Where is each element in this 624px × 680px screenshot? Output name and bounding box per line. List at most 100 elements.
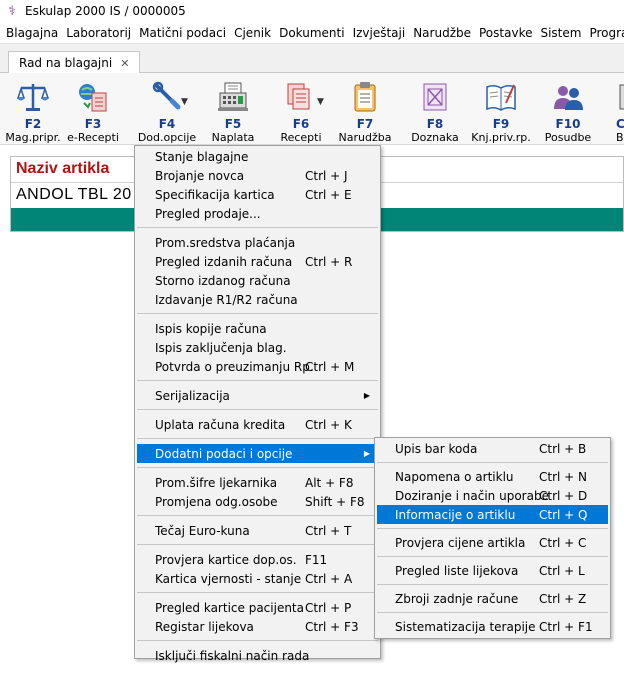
chevron-down-icon[interactable]: ▼: [317, 97, 324, 107]
toolbar-button-partial[interactable]: C Br: [602, 79, 624, 145]
menu-item-stanje-blagajne[interactable]: Stanje blagajne: [137, 147, 378, 166]
menu-item-informacije-o-artiklu[interactable]: Informacije o artiklu Ctrl + Q: [377, 505, 608, 524]
menu-item-label: Isključi fiskalni način rada: [155, 648, 310, 663]
menu-item-shortcut: Ctrl + C: [539, 535, 587, 550]
menu-item-shortcut: Ctrl + A: [305, 571, 353, 586]
toolbar-button-f7[interactable]: F7 Narudžba: [334, 79, 396, 145]
menu-separator: [377, 612, 608, 613]
menu-item-label: Registar lijekova: [155, 619, 254, 634]
tools-icon: [152, 81, 181, 110]
voucher-icon: [423, 83, 447, 111]
close-icon[interactable]: ✕: [120, 57, 129, 70]
menu-separator: [137, 467, 378, 468]
menu-item-doziranje-i-nacin-uporabe[interactable]: Doziranje i način uporabe Ctrl + D: [377, 486, 608, 505]
toolbar-button-f8[interactable]: F8 Doznaka: [404, 79, 466, 145]
menu-cjenik[interactable]: Cjenik: [230, 26, 275, 40]
menu-item-sistematizacija-terapije[interactable]: Sistematizacija terapije Ctrl + F1: [377, 617, 608, 636]
toolbar-key: F9: [492, 117, 510, 131]
menu-dokumenti[interactable]: Dokumenti: [275, 26, 348, 40]
menu-narudzbe[interactable]: Narudžbe: [409, 26, 475, 40]
menu-item-prom-sredstva-placanja[interactable]: Prom.sredstva plaćanja: [137, 233, 378, 252]
menu-item-label: Izdavanje R1/R2 računa: [155, 292, 298, 307]
menu-item-serijalizacija[interactable]: Serijalizacija ▶: [137, 386, 378, 405]
menu-item-label: Pregled izdanih računa: [155, 254, 293, 269]
menu-item-label: Dodatni podaci i opcije: [155, 446, 293, 461]
toolbar-button-f10[interactable]: F10 Posudbe: [537, 79, 599, 145]
toolbar-button-f3[interactable]: F3 e-Recepti: [62, 79, 124, 145]
cash-register-icon: [218, 82, 248, 111]
menu-item-pregled-prodaje[interactable]: Pregled prodaje...: [137, 204, 378, 223]
menu-item-izdavanje-r1-r2-racuna[interactable]: Izdavanje R1/R2 računa: [137, 290, 378, 309]
menu-item-brojanje-novca[interactable]: Brojanje novca Ctrl + J: [137, 166, 378, 185]
menu-separator: [137, 227, 378, 228]
menu-blagajna[interactable]: Blagajna: [0, 26, 62, 40]
menu-item-label: Zbroji zadnje račune: [395, 591, 519, 606]
menu-item-registar-lijekova[interactable]: Registar lijekova Ctrl + F3: [137, 617, 378, 636]
menu-item-ispis-zakljucenja-blag[interactable]: Ispis zaključenja blag.: [137, 338, 378, 357]
toolbar-button-f9[interactable]: F9 Knj.priv.rp.: [470, 79, 532, 145]
menu-item-iskljuci-fiskalni-nacin-rada[interactable]: Isključi fiskalni način rada: [137, 646, 378, 665]
menu-item-potvrda-o-preuzimanju-rp[interactable]: Potvrda o preuzimanju Rp. Ctrl + M: [137, 357, 378, 376]
menu-item-label: Promjena odg.osobe: [155, 494, 278, 509]
toolbar-button-f4[interactable]: ▼ F4 Dod.opcije: [136, 79, 198, 145]
toolbar: F2 Mag.pripr. F3 e-Recepti ▼ F4 Dod.opci…: [0, 73, 624, 145]
menu-item-shortcut: Ctrl + K: [305, 417, 352, 432]
menu-item-tecaj-euro-kuna[interactable]: Tečaj Euro-kuna Ctrl + T: [137, 521, 378, 540]
menu-item-label: Stanje blagajne: [155, 149, 249, 164]
menu-maticni-podaci[interactable]: Matični podaci: [135, 26, 230, 40]
menu-item-shortcut: Ctrl + R: [305, 254, 353, 269]
caduceus-icon: ⚕: [8, 3, 16, 19]
menu-item-dodatni-podaci-i-opcije[interactable]: Dodatni podaci i opcije ▶: [137, 444, 378, 463]
toolbar-button-f5[interactable]: F5 Naplata: [202, 79, 264, 145]
tab-rad-na-blagajni[interactable]: Rad na blagajni ✕: [8, 51, 141, 74]
window-title: Eskulap 2000 IS / 0000005: [25, 4, 186, 18]
e-recipe-icon: [79, 84, 107, 112]
menu-item-ispis-kopije-racuna[interactable]: Ispis kopije računa: [137, 319, 378, 338]
menu-item-napomena-o-artiklu[interactable]: Napomena o artiklu Ctrl + N: [377, 467, 608, 486]
people-icon: [554, 86, 583, 110]
menu-item-pregled-izdanih-racuna[interactable]: Pregled izdanih računa Ctrl + R: [137, 252, 378, 271]
menu-item-provjera-cijene-artikla[interactable]: Provjera cijene artikla Ctrl + C: [377, 533, 608, 552]
menu-item-prom-sifre-ljekarnika[interactable]: Prom.šifre ljekarnika Alt + F8: [137, 473, 378, 492]
menu-item-specifikacija-kartica[interactable]: Specifikacija kartica Ctrl + E: [137, 185, 378, 204]
menu-item-label: Prom.šifre ljekarnika: [155, 475, 278, 490]
menu-program[interactable]: Program: [585, 26, 624, 40]
toolbar-key: C: [616, 117, 624, 131]
menu-item-label: Pregled kartice pacijenta: [155, 600, 304, 615]
menu-item-label: Serijalizacija: [155, 388, 230, 403]
menu-item-label: Provjera kartice dop.os.: [155, 552, 297, 567]
toolbar-button-f2[interactable]: F2 Mag.pripr.: [2, 79, 64, 145]
book-icon: [486, 84, 516, 111]
menu-item-pregled-liste-lijekova[interactable]: Pregled liste lijekova Ctrl + L: [377, 561, 608, 580]
menu-item-provjera-kartice-dop-os[interactable]: Provjera kartice dop.os. F11: [137, 550, 378, 569]
menu-item-label: Doziranje i način uporabe: [395, 488, 549, 503]
menu-item-shortcut: Ctrl + B: [539, 441, 587, 456]
menu-item-pregled-kartice-pacijenta[interactable]: Pregled kartice pacijenta Ctrl + P: [137, 598, 378, 617]
toolbar-label: e-Recepti: [67, 131, 119, 144]
menu-item-shortcut: Ctrl + F1: [539, 619, 593, 634]
menu-item-shortcut: Ctrl + T: [305, 523, 352, 538]
menu-sistem[interactable]: Sistem: [536, 26, 585, 40]
menu-item-uplata-racuna-kredita[interactable]: Uplata računa kredita Ctrl + K: [137, 415, 378, 434]
toolbar-key: F6: [292, 117, 310, 131]
chevron-right-icon: ▶: [363, 449, 370, 458]
menu-item-promjena-odg-osobe[interactable]: Promjena odg.osobe Shift + F8: [137, 492, 378, 511]
menu-bar: Blagajna Laboratorij Matični podaci Cjen…: [0, 22, 624, 43]
menu-item-upis-bar-koda[interactable]: Upis bar koda Ctrl + B: [377, 439, 608, 458]
toolbar-label: Doznaka: [411, 131, 459, 144]
menu-item-shortcut: Ctrl + M: [305, 359, 355, 374]
menu-izvjestaji[interactable]: Izvještaji: [349, 26, 410, 40]
menu-item-kartica-vjernosti-stanje[interactable]: Kartica vjernosti - stanje Ctrl + A: [137, 569, 378, 588]
toolbar-button-f6[interactable]: ▼ F6 Recepti: [270, 79, 332, 145]
toolbar-label: Posudbe: [544, 131, 592, 144]
menu-laboratorij[interactable]: Laboratorij: [62, 26, 135, 40]
title-bar: ⚕ Eskulap 2000 IS / 0000005: [0, 0, 624, 22]
menu-item-zbroji-zadnje-racune[interactable]: Zbroji zadnje račune Ctrl + Z: [377, 589, 608, 608]
menu-separator: [137, 640, 378, 641]
menu-item-label: Upis bar koda: [395, 441, 478, 456]
menu-postavke[interactable]: Postavke: [475, 26, 536, 40]
chevron-down-icon[interactable]: ▼: [181, 97, 188, 107]
menu-item-storno-izdanog-racuna[interactable]: Storno izdanog računa: [137, 271, 378, 290]
menu-item-shortcut: Ctrl + F3: [305, 619, 359, 634]
menu-item-label: Kartica vjernosti - stanje: [155, 571, 302, 586]
